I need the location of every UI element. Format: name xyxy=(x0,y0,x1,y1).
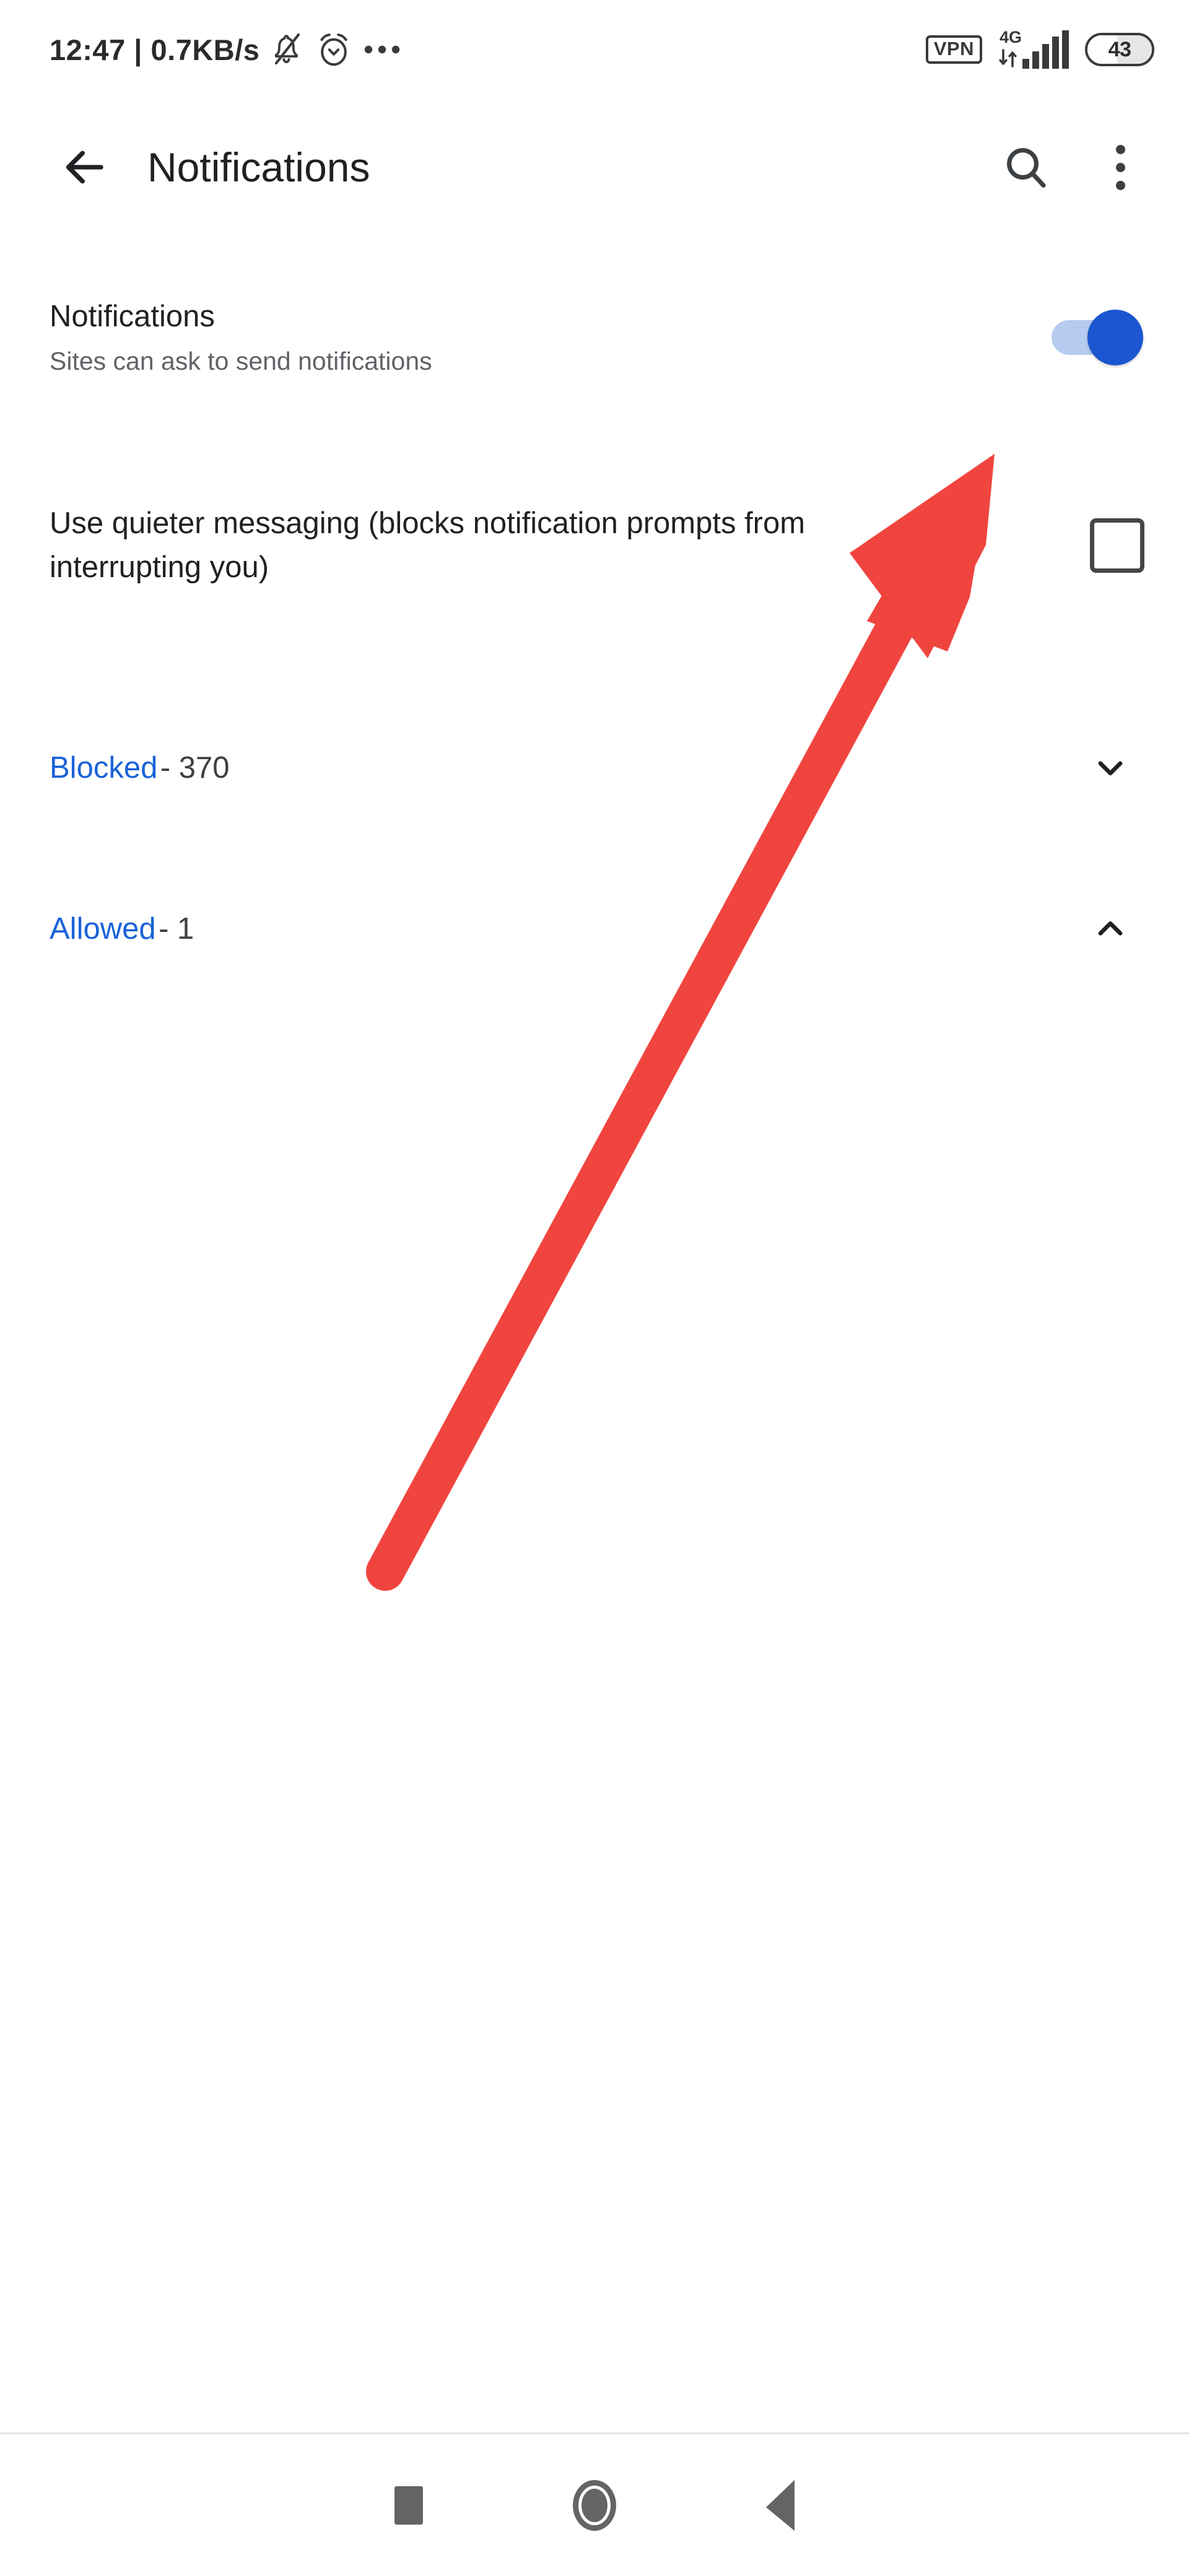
notifications-subtitle: Sites can ask to send notifications xyxy=(50,346,432,375)
quieter-messaging-text: Use quieter messaging (blocks notificati… xyxy=(50,502,1090,590)
annotation-arrow xyxy=(366,454,995,1591)
status-network-speed: 0.7KB/s xyxy=(150,33,260,66)
status-bar-right: VPN 4G 43 xyxy=(925,28,1154,69)
overflow-dot xyxy=(1115,162,1125,172)
battery-level-label: 43 xyxy=(1108,37,1131,61)
chevron-up-icon xyxy=(1098,921,1123,936)
status-clock-separator: | xyxy=(134,33,142,66)
notifications-toggle[interactable] xyxy=(1052,308,1144,367)
notifications-title: Notifications xyxy=(50,300,215,333)
bell-muted-icon xyxy=(275,33,300,65)
setting-row-blocked[interactable]: Blocked - 370 xyxy=(0,731,1189,805)
back-triangle-icon xyxy=(766,2479,795,2531)
allowed-count: - 1 xyxy=(159,912,194,946)
overflow-dot xyxy=(1115,180,1125,190)
phone-screen: 12:47 | 0.7KB/s VPN 4G 43 Notifications … xyxy=(0,0,1189,2576)
search-icon xyxy=(1007,148,1046,188)
blocked-expand-button[interactable] xyxy=(1076,734,1144,802)
notifications-row-text: Notifications Sites can ask to send noti… xyxy=(50,297,1052,378)
data-transfer-arrows-icon xyxy=(998,48,1019,69)
home-button[interactable] xyxy=(502,2434,687,2576)
recents-button[interactable] xyxy=(316,2434,502,2576)
status-more-dots-icon xyxy=(365,45,400,54)
annotation-overlay xyxy=(366,454,995,1591)
nav-back-button[interactable] xyxy=(687,2434,873,2576)
battery-icon: 43 xyxy=(1085,33,1154,66)
page-title: Notifications xyxy=(147,144,370,190)
overflow-menu-icon xyxy=(1115,144,1125,190)
blocked-count: - 370 xyxy=(160,751,230,785)
quieter-messaging-label: Use quieter messaging (blocks notificati… xyxy=(50,507,806,585)
system-nav-bar xyxy=(0,2434,1189,2576)
blocked-row-text: Blocked - 370 xyxy=(50,751,1076,785)
search-button[interactable] xyxy=(986,127,1066,207)
back-button[interactable] xyxy=(37,121,130,214)
chevron-down-icon xyxy=(1098,761,1123,776)
alarm-clock-icon xyxy=(320,33,348,66)
quieter-messaging-checkbox[interactable] xyxy=(1090,518,1144,573)
overflow-dot xyxy=(1115,144,1125,154)
notifications-toggle-thumb xyxy=(1087,310,1143,365)
allowed-row-text: Allowed - 1 xyxy=(50,912,1076,946)
signal-icon: 4G xyxy=(998,28,1069,69)
signal-bars-icon xyxy=(1022,30,1069,69)
setting-row-notifications[interactable]: Notifications Sites can ask to send noti… xyxy=(0,297,1189,378)
allowed-collapse-button[interactable] xyxy=(1076,895,1144,963)
back-arrow-icon xyxy=(66,150,103,184)
home-circle-icon xyxy=(573,2479,616,2531)
allowed-label[interactable]: Allowed xyxy=(50,912,156,946)
app-bar: Notifications xyxy=(0,99,1189,235)
setting-row-quieter-messaging[interactable]: Use quieter messaging (blocks notificati… xyxy=(0,502,1189,590)
status-bar-left: 12:47 | 0.7KB/s xyxy=(50,32,401,67)
vpn-icon: VPN xyxy=(925,35,982,64)
recents-square-icon xyxy=(394,2486,423,2525)
network-type-label: 4G xyxy=(1000,28,1022,46)
blocked-label[interactable]: Blocked xyxy=(50,751,157,785)
status-bar: 12:47 | 0.7KB/s VPN 4G 43 xyxy=(0,0,1189,99)
status-bar-clock-and-speed: 12:47 | 0.7KB/s xyxy=(50,33,259,67)
status-clock-time: 12:47 xyxy=(50,33,126,66)
overflow-menu-button[interactable] xyxy=(1080,127,1161,207)
setting-row-allowed[interactable]: Allowed - 1 xyxy=(0,892,1189,966)
